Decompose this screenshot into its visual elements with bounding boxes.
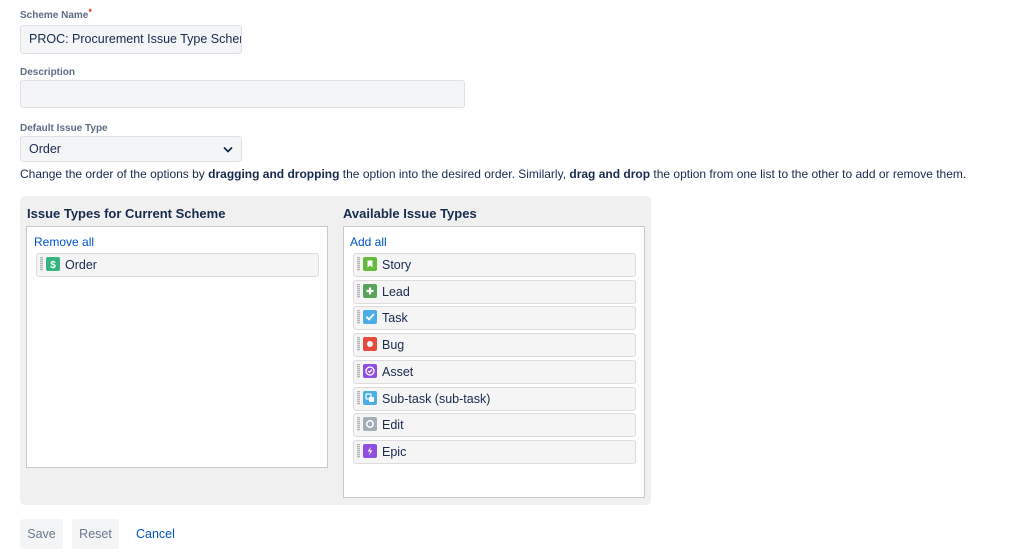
issue-type-item[interactable]: Task <box>353 306 636 331</box>
drag-handle-icon[interactable] <box>357 363 360 378</box>
issue-type-item[interactable]: Epic <box>353 439 636 464</box>
bug-icon <box>363 337 377 352</box>
issue-type-item[interactable]: Asset <box>353 359 636 384</box>
issue-type-item[interactable]: Story <box>353 253 636 277</box>
default-issue-type-select[interactable]: Order <box>20 136 242 162</box>
drag-handle-icon[interactable] <box>357 257 360 271</box>
required-marker: * <box>88 7 92 17</box>
save-button[interactable]: Save <box>20 519 63 549</box>
default-issue-type-label: Default Issue Type <box>20 123 108 134</box>
issue-type-label: Lead <box>382 284 410 299</box>
issue-type-item[interactable]: Lead <box>353 279 636 304</box>
issue-type-item[interactable]: Bug <box>353 333 636 358</box>
scheme-name-value: PROC: Procurement Issue Type Schem <box>29 32 242 46</box>
default-issue-type-value: Order <box>29 142 61 156</box>
scheme-name-label-text: Scheme Name <box>20 10 89 21</box>
drag-handle-icon[interactable] <box>357 417 360 432</box>
check-circle-icon <box>363 363 377 378</box>
help-text-bold: drag and drop <box>569 167 651 181</box>
add-all-link[interactable]: Add all <box>350 235 387 249</box>
svg-text:$: $ <box>50 260 56 271</box>
issue-type-item[interactable]: $ Order <box>36 253 319 277</box>
issue-type-item[interactable]: Sub-task (sub-task) <box>353 386 636 411</box>
lightning-icon <box>363 443 377 458</box>
issue-types-panel: Issue Types for Current Scheme Remove al… <box>20 196 651 505</box>
remove-all-link[interactable]: Remove all <box>34 235 94 249</box>
edit-icon <box>363 417 377 432</box>
dollar-icon: $ <box>46 257 60 271</box>
issue-type-label: Order <box>65 258 97 272</box>
description-input[interactable] <box>20 80 465 108</box>
checkbox-icon <box>363 310 377 325</box>
chevron-down-icon <box>223 147 233 153</box>
available-issue-types-title: Available Issue Types <box>343 206 477 221</box>
drag-handle-icon[interactable] <box>357 310 360 325</box>
drag-handle-icon[interactable] <box>357 337 360 352</box>
issue-type-item[interactable]: Edit <box>353 413 636 438</box>
help-text-bold: dragging and dropping <box>208 167 340 181</box>
description-label: Description <box>20 67 76 78</box>
subtask-icon <box>363 390 377 405</box>
drag-handle-icon[interactable] <box>357 283 360 298</box>
issue-type-label: Bug <box>382 338 405 353</box>
help-text-part: Change the order of the options by <box>20 167 209 181</box>
drag-handle-icon[interactable] <box>357 390 360 405</box>
drag-handle-icon[interactable] <box>40 257 43 271</box>
bookmark-icon <box>363 257 377 271</box>
issue-type-label: Epic <box>382 444 407 459</box>
drag-handle-icon[interactable] <box>357 443 360 458</box>
drag-drop-help-text: Change the order of the options by dragg… <box>20 167 966 181</box>
help-text-part: the option into the desired order. Simil… <box>339 167 570 181</box>
issue-type-label: Asset <box>382 364 414 379</box>
help-text-part: the option from one list to the other to… <box>650 167 967 181</box>
cancel-button[interactable]: Cancel <box>136 519 175 549</box>
scheme-name-input[interactable]: PROC: Procurement Issue Type Schem <box>20 25 242 54</box>
issue-type-label: Sub-task (sub-task) <box>382 391 491 406</box>
current-scheme-title: Issue Types for Current Scheme <box>27 206 226 221</box>
plus-icon <box>363 283 377 298</box>
issue-type-label: Edit <box>382 418 404 433</box>
issue-type-label: Story <box>382 258 412 272</box>
reset-button[interactable]: Reset <box>72 519 119 549</box>
current-scheme-list[interactable]: Remove all $ Order <box>26 226 328 468</box>
available-issue-types-list[interactable]: Add all Story Lead Task Bug Asset Sub-task (s… <box>343 226 645 498</box>
scheme-name-label: Scheme Name* <box>20 7 92 21</box>
issue-type-label: Task <box>382 311 408 326</box>
